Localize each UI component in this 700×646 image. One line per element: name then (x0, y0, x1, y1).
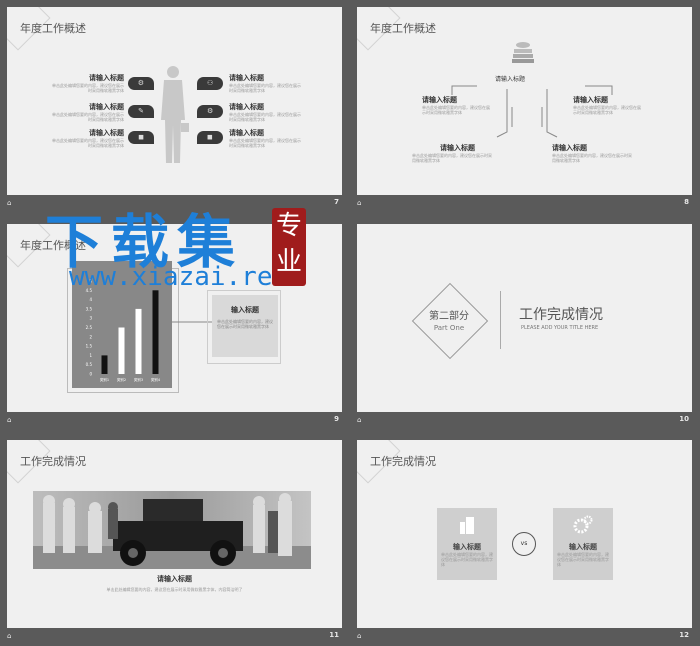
item-body: 单击此处编辑您要的内容，建议您在展示时采用微软雅黑字体 (52, 138, 124, 148)
y-tick-label: 0.5 (86, 362, 93, 367)
home-icon: ⌂ (7, 199, 12, 207)
slide-title: 工作完成情况 (20, 455, 86, 468)
y-tick-label: 2.5 (86, 325, 93, 330)
slide-footer: ⌂ 12 (357, 630, 692, 644)
building-icon (460, 517, 474, 534)
businessman-silhouette-icon (161, 66, 189, 163)
slide-footer: ⌂ 11 (7, 630, 342, 644)
section-label: 第二部分 Part One (429, 311, 469, 332)
watermark-url: www.xiazai.red (69, 262, 289, 292)
document-icon: ◼ (128, 131, 154, 144)
item-heading: 请输入标题 (229, 74, 264, 82)
text-block: 请输入标题 单击此处编辑您要的内容，建议您在展示时采用微软雅黑字体 (573, 96, 641, 115)
page-number: 7 (334, 198, 339, 206)
watermark-seal: 专业 (272, 208, 306, 286)
gear-icon: ⚙ (128, 77, 154, 90)
y-tick-label: 3.5 (86, 306, 93, 311)
document-icon: ◼ (197, 131, 223, 144)
chart-bar (101, 355, 108, 374)
item-heading: 请输入标题 (89, 74, 124, 82)
text-block: 请输入标题 单击此处编辑您要的内容，建议您在展示时采用微软雅黑字体 (412, 144, 492, 163)
list-item: 请输入标题 单击此处编辑您要的内容，建议您在展示时采用微软雅黑字体 (229, 73, 304, 93)
slide-footer: ⌂ 8 (357, 197, 692, 211)
item-heading: 请输入标题 (89, 129, 124, 137)
chart-bar (118, 327, 125, 374)
divider (500, 291, 501, 349)
slide-11[interactable]: 工作完成情况 请输入标题 单击此处编辑您要的内容，建议您在展示时采用微软雅黑字体… (7, 440, 342, 628)
list-item: 请输入标题 单击此处编辑您要的内容，建议您在展示时采用微软雅黑字体 (49, 73, 124, 93)
caption: 请输入标题 单击此处编辑您要的内容，建议您在展示时采用微软雅黑字体，内容简洁明了 (106, 575, 243, 592)
list-item: 请输入标题 单击此处编辑您要的内容，建议您在展示时采用微软雅黑字体 (49, 102, 124, 122)
item-body: 单击此处编辑您要的内容，建议您在展示时采用微软雅黑字体 (52, 83, 124, 93)
item-heading: 请输入标题 (89, 103, 124, 111)
x-tick-label: 类别4 (151, 377, 161, 382)
compare-card-right: 输入标题 单击此处编辑您要的内容，建议您在展示时采用微软雅黑字体 (553, 508, 613, 580)
page-number: 8 (684, 198, 689, 206)
home-icon: ⌂ (357, 632, 362, 640)
compare-card-left: 输入标题 单击此处编辑您要的内容，建议您在展示时采用微软雅黑字体 (437, 508, 497, 580)
item-heading: 请输入标题 (229, 103, 264, 111)
home-icon: ⌂ (7, 632, 12, 640)
list-item: 请输入标题 单击此处编辑您要的内容，建议您在展示时采用微软雅黑字体 (229, 102, 304, 122)
section-subtitle: PLEASE ADD YOUR TITLE HERE (521, 325, 599, 331)
y-tick-label: 1.5 (86, 344, 93, 349)
home-icon: ⌂ (357, 416, 362, 424)
text-box: 输入标题 单击此处编辑您要的内容，建议您在展示时采用微软雅黑字体 (212, 295, 278, 357)
item-body: 单击此处编辑您要的内容，建议您在展示时采用微软雅黑字体 (52, 112, 124, 122)
x-tick-label: 类别2 (117, 377, 126, 382)
page-number: 10 (679, 415, 689, 423)
item-heading: 请输入标题 (229, 129, 264, 137)
gears-icon (573, 515, 593, 534)
slide-8[interactable]: 年度工作概述 请输入标题 请输入标题 单击此处编辑您要的内容，建议您在展示时采用… (357, 7, 692, 195)
slide-12[interactable]: 工作完成情况 输入标题 单击此处编辑您要的内容，建议您在展示时采用微软雅黑字体 … (357, 440, 692, 628)
vs-badge: vs (512, 532, 536, 556)
pencil-icon: ✎ (128, 105, 154, 118)
home-icon: ⌂ (7, 416, 12, 424)
x-tick-label: 类别1 (100, 377, 109, 382)
slide-footer: ⌂ 9 (7, 414, 342, 428)
page-number: 11 (329, 631, 339, 639)
item-body: 单击此处编辑您要的内容，建议您在展示时采用微软雅黑字体 (229, 83, 301, 93)
slide-title: 工作完成情况 (370, 455, 436, 468)
people-icon: ⚇ (197, 77, 223, 90)
home-icon: ⌂ (357, 199, 362, 207)
section-heading: 工作完成情况 (519, 307, 603, 323)
chart-bar (152, 290, 159, 374)
item-body: 单击此处编辑您要的内容，建议您在展示时采用微软雅黑字体 (229, 138, 301, 148)
text-block: 请输入标题 单击此处编辑您要的内容，建议您在展示时采用微软雅黑字体 (552, 144, 632, 163)
slide-title: 年度工作概述 (20, 22, 86, 35)
slide-7[interactable]: 年度工作概述 请输入标题 单击此处编辑您要的内容，建议您在展示时采用微软雅黑字体… (7, 7, 342, 195)
page-number: 9 (334, 415, 339, 423)
x-tick-label: 类别3 (134, 377, 143, 382)
chart-bar (135, 308, 142, 374)
text-block: 请输入标题 单击此处编辑您要的内容，建议您在展示时采用微软雅黑字体 (422, 96, 490, 115)
list-item: 请输入标题 单击此处编辑您要的内容，建议您在展示时采用微软雅黑字体 (229, 128, 304, 148)
slide-10[interactable]: 第二部分 Part One 工作完成情况 PLEASE ADD YOUR TIT… (357, 224, 692, 412)
gear-icon: ⚙ (197, 105, 223, 118)
item-body: 单击此处编辑您要的内容，建议您在展示时采用微软雅黑字体 (229, 112, 301, 122)
page-number: 12 (679, 631, 689, 639)
slide-footer: ⌂ 10 (357, 414, 692, 428)
vintage-car-photo (33, 491, 311, 569)
list-item: 请输入标题 单击此处编辑您要的内容，建议您在展示时采用微软雅黑字体 (49, 128, 124, 148)
